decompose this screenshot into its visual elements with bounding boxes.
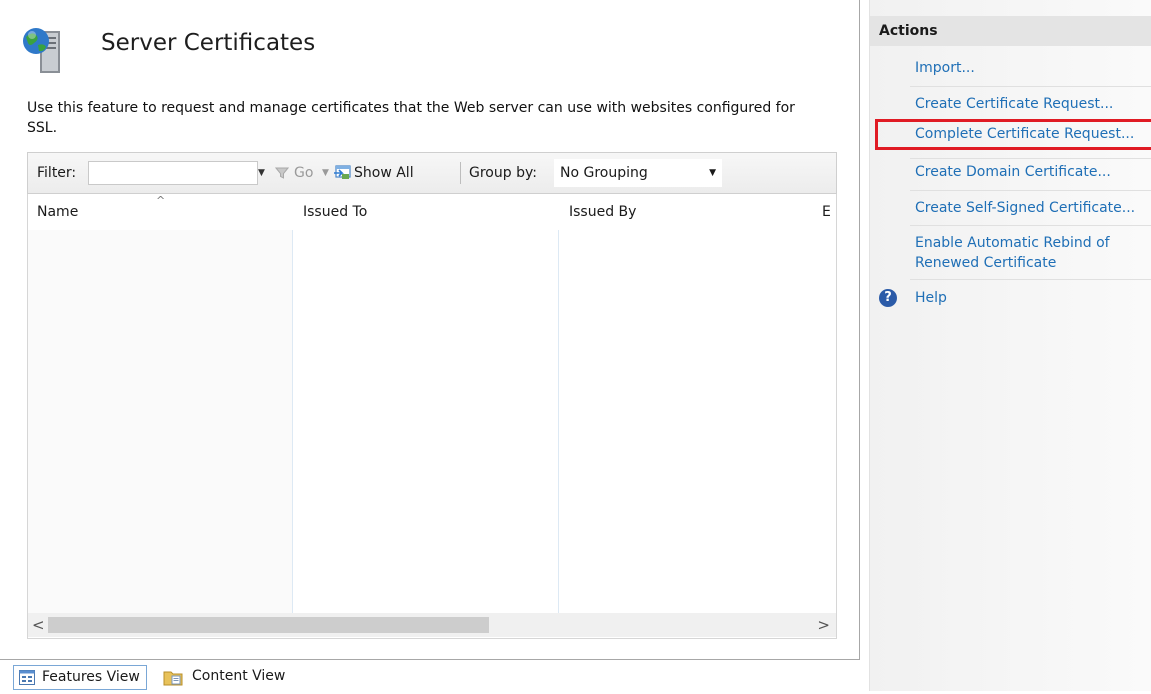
filter-toolbar: Filter: ▼ Go ▼ Show All Group by: No Gro… (27, 152, 837, 194)
page-title: Server Certificates (101, 30, 316, 56)
tab-content-label: Content View (192, 668, 286, 684)
action-create-self-signed-certificate[interactable]: Create Self-Signed Certificate... (915, 198, 1135, 218)
certificates-list[interactable]: Name ^ Issued To Issued By E < > (27, 194, 837, 639)
view-tabs: Features View Content View (0, 660, 860, 691)
group-by-label: Group by: (469, 165, 537, 181)
action-separator (910, 190, 1151, 191)
column-divider (292, 230, 293, 615)
scrollbar-thumb[interactable] (48, 617, 489, 633)
tab-content-view[interactable]: Content View (158, 665, 291, 690)
tab-features-view[interactable]: Features View (13, 665, 147, 690)
group-by-select[interactable]: No Grouping ▼ (554, 159, 722, 187)
go-button[interactable]: Go (294, 153, 313, 193)
show-all-button[interactable]: Show All (354, 153, 414, 193)
name-column-background (28, 230, 292, 615)
features-view-icon (19, 670, 35, 693)
horizontal-scrollbar[interactable]: < > (28, 613, 836, 637)
toolbar-separator (460, 162, 461, 184)
highlight-box (875, 119, 1151, 150)
action-separator (910, 225, 1151, 226)
action-import[interactable]: Import... (915, 58, 975, 78)
column-header-row: Name ^ Issued To Issued By E (28, 194, 836, 230)
action-enable-automatic-rebind-line1: Enable Automatic Rebind of (915, 235, 1110, 251)
group-by-value: No Grouping (560, 165, 648, 181)
scroll-left-icon[interactable]: < (32, 613, 45, 637)
content-view-icon (163, 669, 183, 694)
action-help[interactable]: Help (915, 288, 947, 308)
filter-dropdown-arrow-icon[interactable]: ▼ (258, 153, 265, 193)
server-globe-icon (23, 28, 60, 73)
sort-ascending-icon: ^ (156, 194, 166, 207)
help-icon: ? (879, 289, 897, 307)
action-create-certificate-request[interactable]: Create Certificate Request... (915, 94, 1113, 114)
feature-description: Use this feature to request and manage c… (27, 100, 795, 136)
filter-input[interactable] (88, 161, 258, 185)
action-separator (910, 158, 1151, 159)
column-divider (558, 230, 559, 615)
chevron-down-icon: ▼ (709, 168, 716, 178)
main-pane: Server Certificates Use this feature to … (0, 0, 860, 660)
go-dropdown-arrow-icon[interactable]: ▼ (322, 153, 329, 193)
actions-pane: Actions Import... Create Certificate Req… (869, 0, 1151, 691)
column-header-issued-to[interactable]: Issued To (303, 194, 367, 230)
action-separator (910, 86, 1151, 87)
action-separator (910, 279, 1151, 280)
column-header-expiration[interactable]: E (822, 194, 831, 230)
action-enable-automatic-rebind[interactable]: Enable Automatic Rebind of Renewed Certi… (915, 233, 1110, 273)
funnel-icon (274, 153, 290, 193)
show-all-icon (333, 153, 351, 193)
column-header-issued-by[interactable]: Issued By (569, 194, 636, 230)
actions-header: Actions (870, 16, 1151, 46)
action-enable-automatic-rebind-line2: Renewed Certificate (915, 255, 1057, 271)
filter-label: Filter: (37, 165, 77, 181)
action-create-domain-certificate[interactable]: Create Domain Certificate... (915, 162, 1111, 182)
scroll-right-icon[interactable]: > (817, 613, 830, 637)
tab-features-label: Features View (42, 669, 140, 685)
column-header-name[interactable]: Name (37, 194, 78, 230)
